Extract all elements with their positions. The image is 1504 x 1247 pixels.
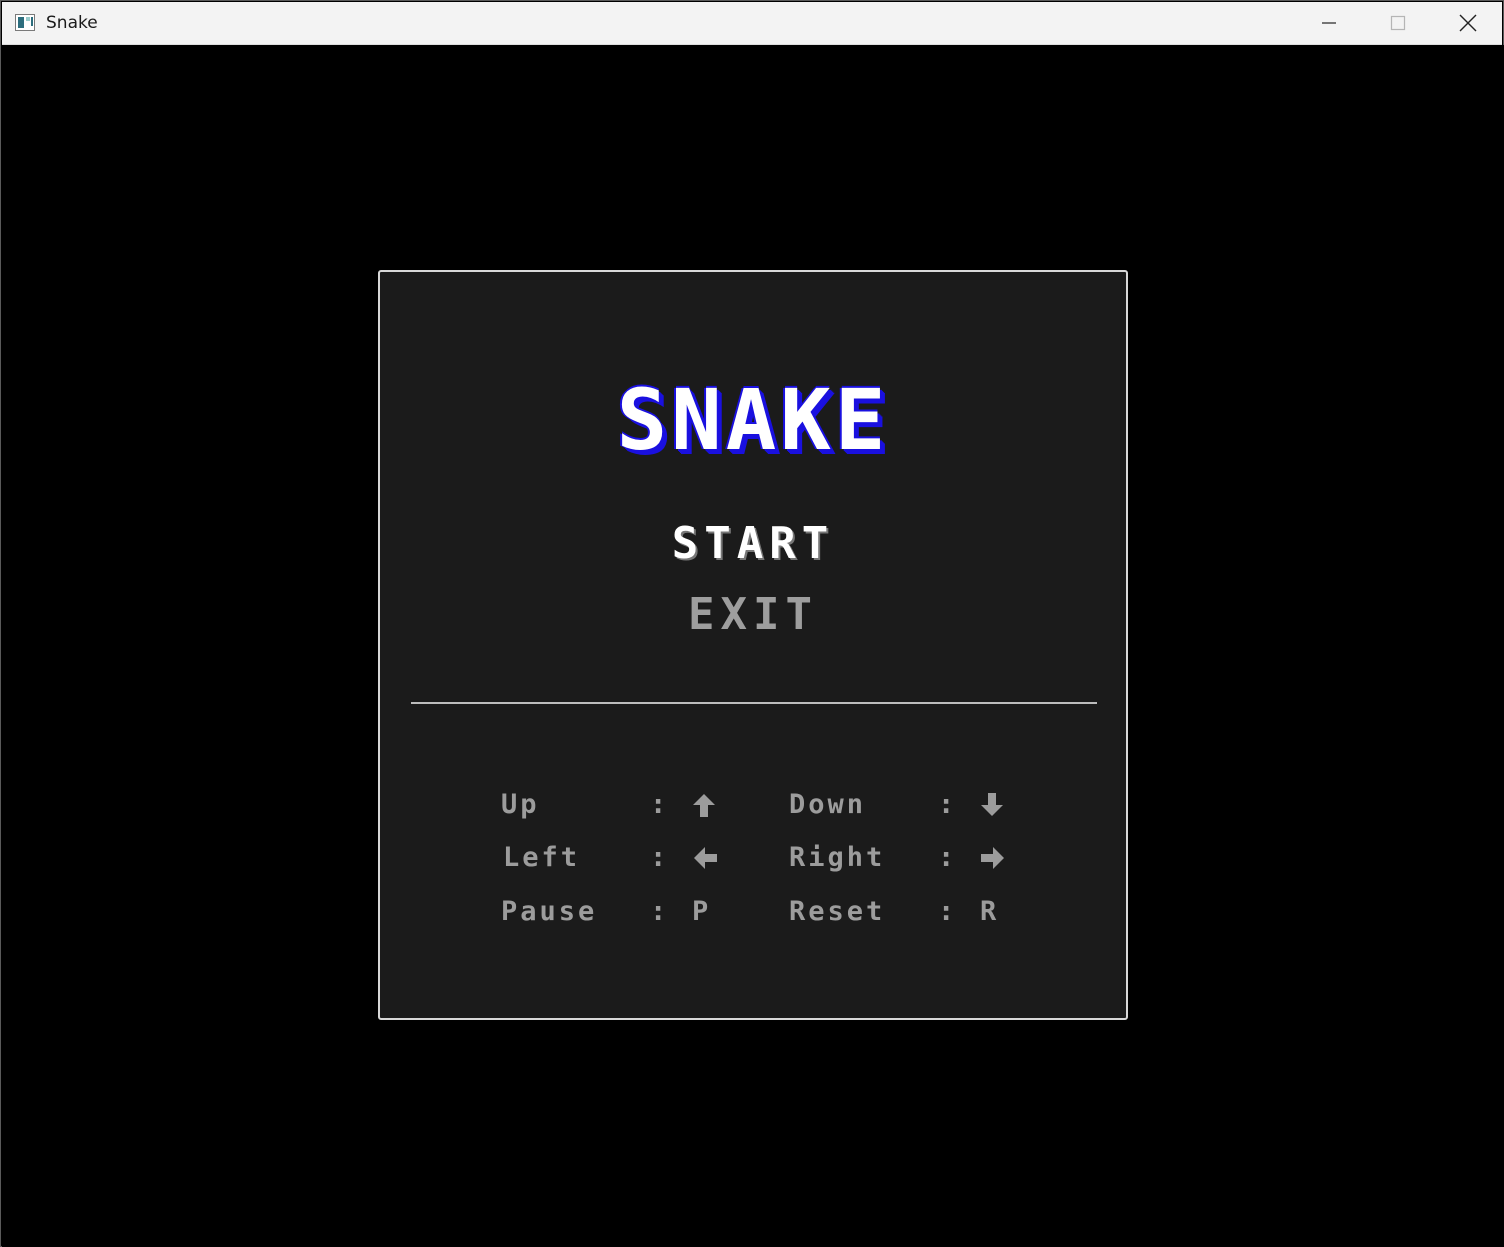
control-separator: : bbox=[650, 842, 670, 873]
up-arrow-icon bbox=[691, 792, 717, 825]
control-separator: : bbox=[650, 789, 670, 820]
main-menu-panel: SNAKE START EXIT Up : Down : Left : Righ… bbox=[378, 270, 1128, 1020]
game-window: Snake SNAKE START EXIT Up: Down: Left … bbox=[0, 0, 1504, 1247]
close-icon bbox=[1459, 14, 1477, 32]
minimize-button[interactable] bbox=[1294, 2, 1364, 44]
control-separator: : bbox=[650, 896, 670, 927]
maximize-button[interactable] bbox=[1363, 2, 1433, 44]
control-pause-key: P bbox=[692, 896, 712, 927]
left-arrow-icon bbox=[692, 845, 718, 878]
control-reset-key: R bbox=[980, 896, 1000, 927]
control-pause-label: Pause bbox=[501, 896, 598, 927]
controls-legend: Up : Down : Left : Right : Pause: P Res… bbox=[380, 272, 1126, 1018]
close-button[interactable] bbox=[1433, 2, 1503, 44]
control-separator: : bbox=[938, 842, 958, 873]
title-bar[interactable]: Snake bbox=[2, 2, 1502, 45]
game-canvas[interactable]: SNAKE START EXIT Up : Down : Left : Righ… bbox=[2, 45, 1504, 1247]
down-arrow-icon bbox=[979, 792, 1005, 825]
window-title: Snake bbox=[46, 13, 98, 33]
control-left-label: Left bbox=[503, 842, 581, 873]
app-window-icon bbox=[15, 14, 35, 31]
control-right-label: Right bbox=[789, 842, 886, 873]
control-reset-label: Reset bbox=[789, 896, 886, 927]
minimize-icon bbox=[1322, 22, 1336, 24]
maximize-icon bbox=[1390, 15, 1406, 31]
right-arrow-icon bbox=[980, 845, 1006, 878]
control-separator: : bbox=[938, 896, 958, 927]
control-separator: : bbox=[938, 789, 958, 820]
control-down-label: Down bbox=[789, 789, 867, 820]
control-up-label: Up bbox=[501, 789, 540, 820]
